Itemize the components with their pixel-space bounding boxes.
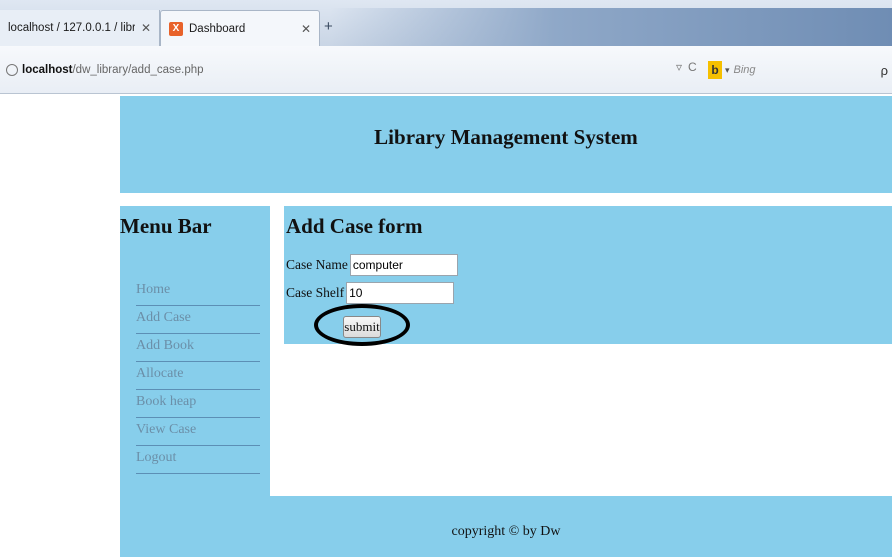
menu-link-allocate[interactable]: Allocate [136,362,260,382]
search-icon[interactable]: ρ [881,63,888,78]
case-name-label: Case Name [286,257,348,272]
browser-tab-bar: localhost / 127.0.0.1 / librar... ✕ X Da… [0,0,892,46]
case-name-input[interactable] [349,254,458,276]
sidebar-item-book-heap: Book heap [136,390,260,418]
menu-link-book-heap[interactable]: Book heap [136,390,260,410]
tab-dashboard[interactable]: X Dashboard ✕ [160,10,320,46]
menu-link-add-case[interactable]: Add Case [136,306,260,326]
sidebar: Menu Bar Home Add Case Add Book Allocate… [120,206,270,496]
globe-icon [6,64,18,76]
menu-link-add-book[interactable]: Add Book [136,334,260,354]
submit-button[interactable]: submit [343,316,381,338]
sidebar-item-allocate: Allocate [136,362,260,390]
page-footer: copyright © by Dw [120,496,892,557]
tab-label: localhost / 127.0.0.1 / librar... [8,22,135,34]
sidebar-item-view-case: View Case [136,418,260,446]
case-shelf-label: Case Shelf [286,285,345,300]
search-engine-dropdown-icon[interactable]: ▾ [725,65,730,76]
main-content: Add Case form Case Name Case Shelf submi… [276,206,892,496]
case-name-row: Case Name [286,254,458,276]
url-path: /dw_library/add_case.php [72,64,204,76]
search-placeholder: Bing [733,64,756,76]
reload-icon[interactable]: C [688,60,697,74]
tab-phpmyadmin[interactable]: localhost / 127.0.0.1 / librar... ✕ [0,10,160,46]
tab-bar-background [330,8,892,46]
sidebar-title: Menu Bar [120,214,212,238]
xampp-favicon-icon: X [169,21,183,36]
close-tab-icon[interactable]: ✕ [301,22,311,36]
browser-nav-bar: localhost /dw_library/add_case.php ▿ C b… [0,46,892,94]
copyright-text: copyright © by Dw [451,523,561,539]
address-bar[interactable]: localhost /dw_library/add_case.php [0,58,676,82]
new-tab-icon[interactable]: + [324,18,333,35]
close-tab-icon[interactable]: ✕ [141,21,151,35]
sidebar-menu: Home Add Case Add Book Allocate Book hea… [136,278,260,474]
menu-link-home[interactable]: Home [136,278,260,298]
page-title: Library Management System [374,125,638,149]
address-bar-icons: ▿ C [676,60,697,74]
sidebar-item-home: Home [136,278,260,306]
menu-link-view-case[interactable]: View Case [136,418,260,438]
add-case-form: Add Case form Case Name Case Shelf submi… [284,206,892,346]
tab-label: Dashboard [189,22,246,35]
case-shelf-row: Case Shelf [286,282,455,304]
bing-logo-icon[interactable]: b [708,61,722,79]
sidebar-item-add-book: Add Book [136,334,260,362]
dropdown-arrow-icon[interactable]: ▿ [676,60,682,74]
form-title: Add Case form [286,214,423,238]
url-host: localhost [22,64,73,76]
sidebar-item-add-case: Add Case [136,306,260,334]
menu-link-logout[interactable]: Logout [136,446,260,466]
page-header: Library Management System [120,96,892,193]
search-box[interactable]: b ▾ Bing ρ [708,58,892,82]
case-shelf-input[interactable] [346,282,455,304]
sidebar-item-logout: Logout [136,446,260,474]
